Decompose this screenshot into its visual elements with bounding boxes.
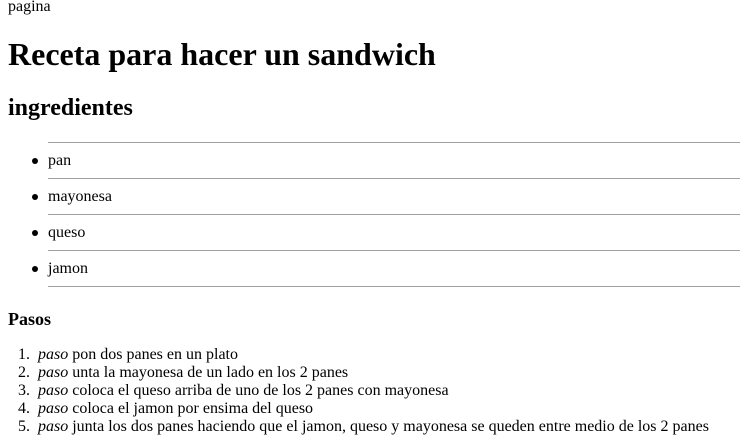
steps-list: 1. paso pon dos panes en un plato 2. paso … [8,346,740,436]
list-item: 2. paso unta la mayonesa de un lado en lo… [8,364,740,382]
step-text: pon dos panes en un plato [72,346,238,363]
list-item: 1. paso pon dos panes en un plato [8,346,740,364]
step-number: 4. [18,400,30,417]
step-label: paso [38,364,69,381]
list-item: jamon [32,250,740,287]
list-item: mayonesa [32,178,740,214]
step-text: unta la mayonesa de un lado en los 2 pan… [72,364,349,381]
step-text: coloca el queso arriba de uno de los 2 p… [72,382,449,399]
step-text: junta los dos panes haciendo que el jamo… [72,418,709,435]
step-label: paso [38,346,69,363]
list-item: pan [32,142,740,178]
ingredients-list: pan mayonesa queso jamon [32,142,740,287]
list-item: queso [32,214,740,250]
step-label: paso [38,400,69,417]
list-item: 5. paso junta los dos panes haciendo que … [8,418,740,436]
bullet-icon [32,266,38,272]
ingredients-heading: ingredientes [8,95,133,121]
step-number: 3. [18,382,30,399]
ingredient-label: jamon [48,260,88,277]
bullet-icon [32,230,38,236]
ingredient-label: mayonesa [48,188,112,205]
bullet-icon [32,158,38,164]
bullet-icon [32,194,38,200]
list-item: 3. paso coloca el queso arriba de uno de … [8,382,740,400]
page-title: Receta para hacer un sandwich [8,36,436,72]
step-number: 1. [18,346,30,363]
list-item: 4. paso coloca el jamon por ensima del qu… [8,400,740,418]
step-number: 2. [18,364,30,381]
ingredient-label: queso [48,224,86,241]
step-text: coloca el jamon por ensima del queso [72,400,314,417]
steps-heading: Pasos [8,309,52,329]
step-number: 5. [18,418,30,435]
ingredient-label: pan [48,152,72,169]
step-label: paso [38,382,69,399]
step-label: paso [38,418,69,435]
page-label: pagina [8,0,51,15]
